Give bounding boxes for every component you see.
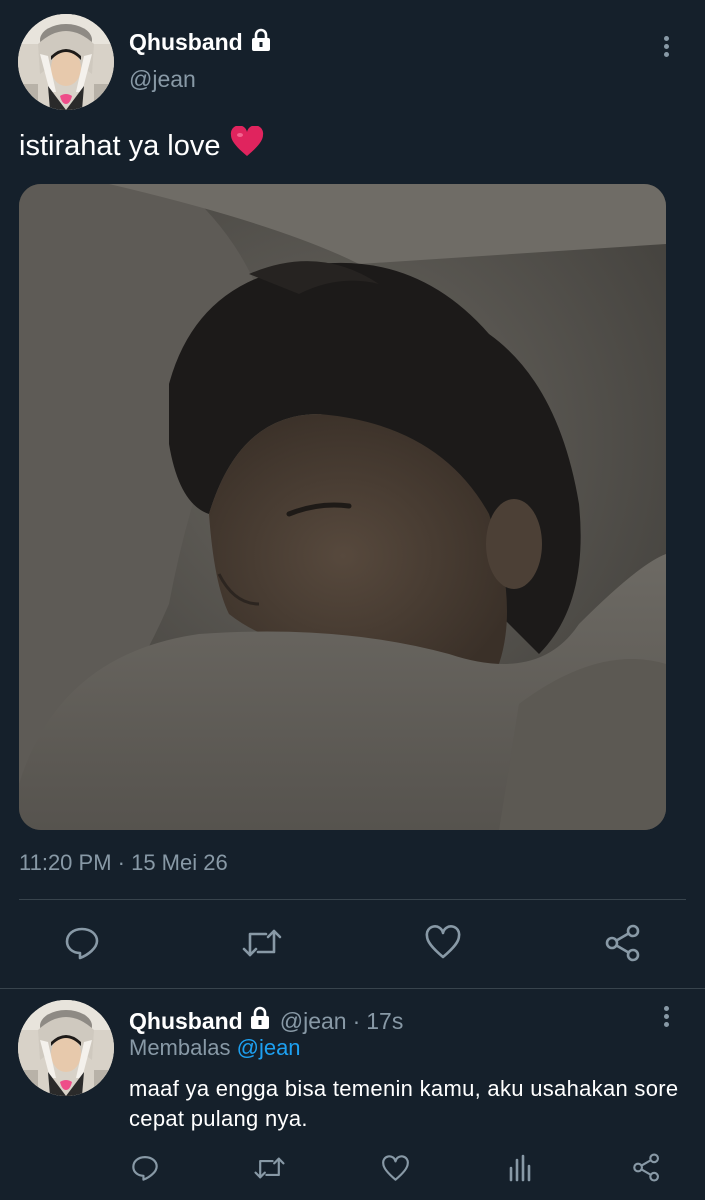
analytics-icon (509, 1154, 531, 1182)
reply-text: maaf ya engga bisa temenin kamu, aku usa… (129, 1076, 679, 1131)
like-button[interactable] (424, 925, 462, 961)
tweet-timestamp[interactable]: 11:20 PM · 15 Mei 26 (19, 850, 228, 876)
divider (19, 899, 686, 900)
more-options-icon[interactable] (661, 36, 671, 60)
share-icon (605, 924, 640, 962)
share-button[interactable] (604, 924, 642, 962)
reply-time[interactable]: 17s (366, 1008, 403, 1035)
separator-dot: · (352, 1007, 361, 1034)
handle[interactable]: @jean (129, 66, 196, 93)
reply-avatar[interactable] (18, 1000, 114, 1096)
sleeping-person-photo (19, 184, 666, 830)
avatar[interactable] (18, 14, 114, 110)
replying-prefix: Membalas (129, 1035, 231, 1060)
replying-to: Membalas @jean (129, 1035, 301, 1061)
tweet-text: istirahat ya love (19, 125, 264, 166)
retweet-icon (254, 1157, 285, 1179)
lock-icon (249, 28, 273, 57)
reply-author-row[interactable]: Qhusband @jean · 17s (129, 1006, 403, 1036)
avatar-image (18, 14, 114, 110)
reply-icon (65, 927, 99, 960)
author-name-row[interactable]: Qhusband (129, 28, 273, 57)
tweet-divider (0, 988, 705, 989)
reply-icon (132, 1156, 158, 1181)
reply-reply-button[interactable] (131, 1154, 159, 1182)
display-name[interactable]: Qhusband (129, 29, 243, 56)
reply-retweet-button[interactable] (254, 1154, 285, 1182)
reply-button[interactable] (64, 925, 100, 961)
replying-to-link[interactable]: @jean (237, 1035, 301, 1060)
lock-icon (248, 1006, 272, 1036)
reply-share-button[interactable] (632, 1153, 661, 1182)
tweet-photo[interactable] (19, 184, 666, 830)
reply-like-button[interactable] (381, 1155, 410, 1183)
avatar-image (18, 1000, 114, 1096)
retweet-button[interactable] (242, 925, 282, 961)
heart-icon (425, 925, 461, 959)
heart-icon (382, 1155, 409, 1181)
tweet-text-content: istirahat ya love (19, 129, 221, 162)
reply-display-name[interactable]: Qhusband (129, 1008, 243, 1035)
analytics-button[interactable] (508, 1154, 534, 1182)
retweet-icon (242, 929, 282, 957)
red-heart-emoji (230, 125, 264, 166)
reply-more-options-icon[interactable] (661, 1006, 671, 1030)
reply-handle[interactable]: @jean (280, 1008, 347, 1035)
share-icon (633, 1153, 660, 1182)
